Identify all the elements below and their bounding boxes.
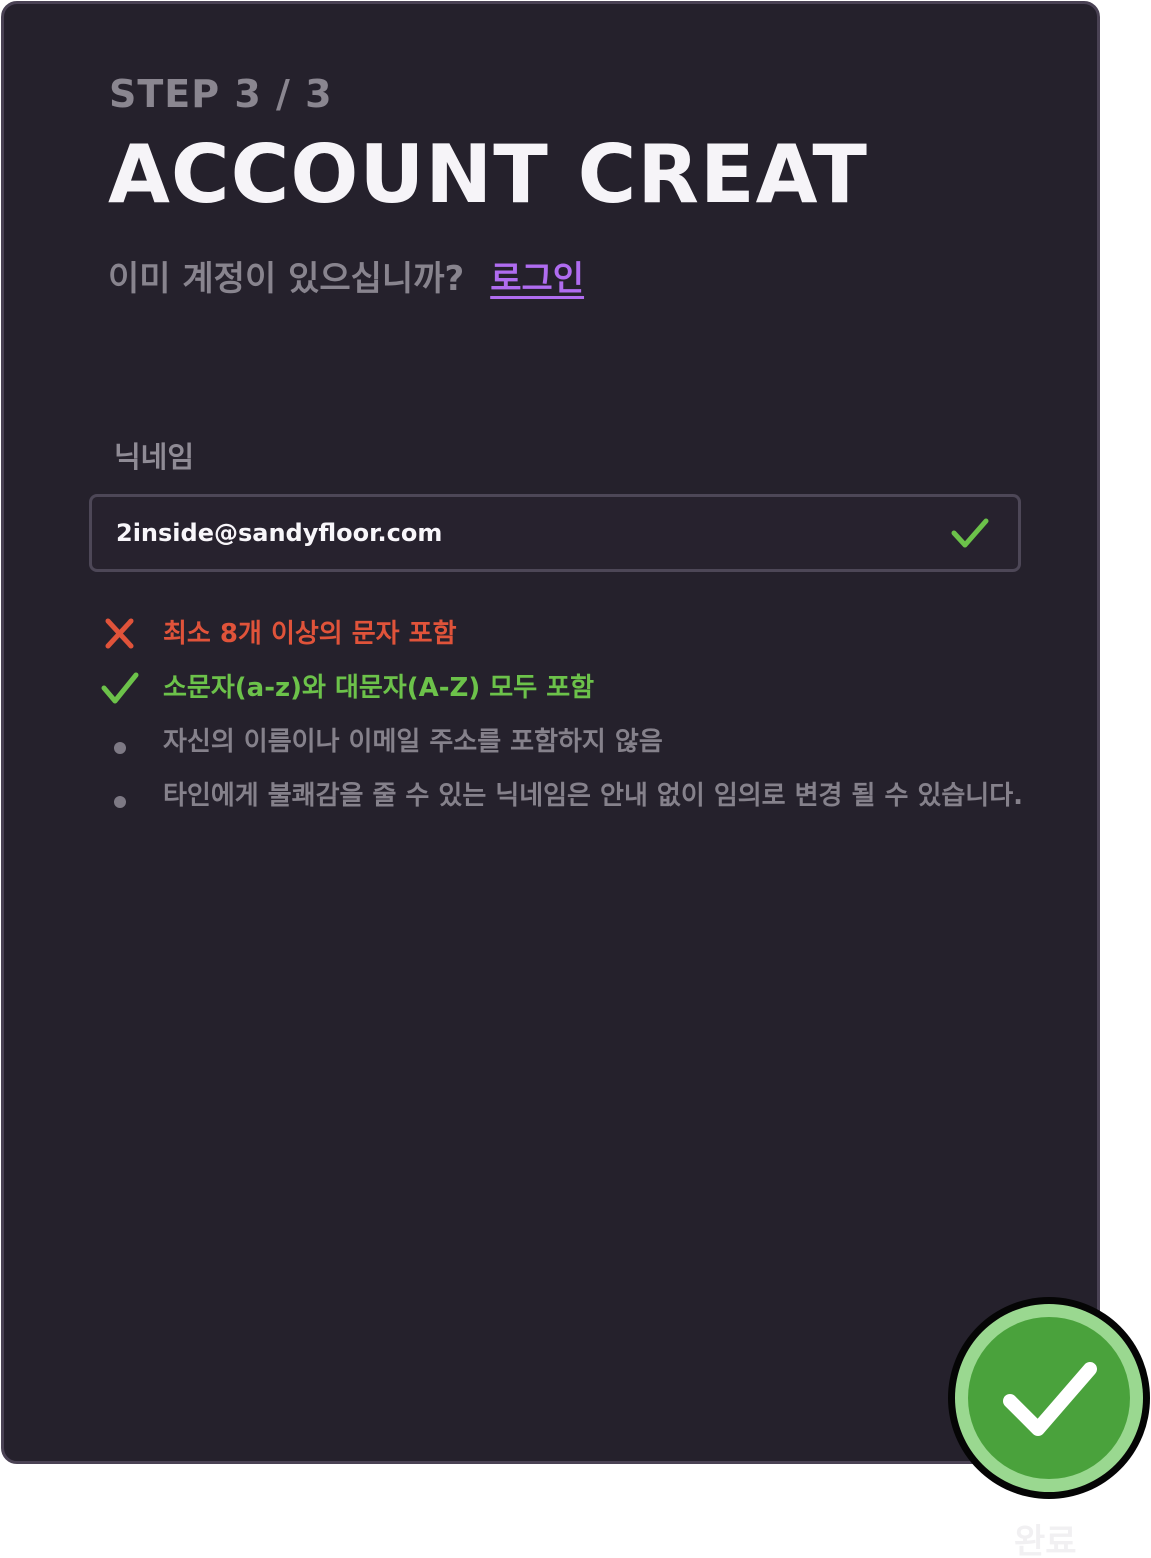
rule-text: 자신의 이름이나 이메일 주소를 포함하지 않음 <box>163 727 663 757</box>
rule-item: 타인에게 불쾌감을 줄 수 있는 닉네임은 안내 없이 임의로 변경 될 수 있… <box>100 772 1097 826</box>
check-icon <box>101 672 139 704</box>
done-button[interactable] <box>948 1297 1150 1499</box>
close-icon <box>105 618 134 649</box>
nickname-input[interactable] <box>116 497 916 569</box>
login-prompt: 이미 계정이 있으십니까? 로그인 <box>108 251 584 300</box>
bullet-dot-icon <box>114 796 126 808</box>
signup-card: STEP 3 / 3 ACCOUNT CREAT 이미 계정이 있으십니까? 로그… <box>1 1 1100 1464</box>
rule-item: 소문자(a-z)와 대문자(A-Z) 모두 포함 <box>100 664 1097 718</box>
done-label: 완료 <box>1014 1522 1077 1558</box>
check-icon <box>1003 1362 1097 1436</box>
signup-screen: STEP 3 / 3 ACCOUNT CREAT 이미 계정이 있으십니까? 로그… <box>0 0 1151 1558</box>
nickname-rules: 최소 8개 이상의 문자 포함 소문자(a-z)와 대문자(A-Z) 모두 포함… <box>100 610 1097 826</box>
page-title: ACCOUNT CREAT <box>108 128 868 221</box>
step-indicator: STEP 3 / 3 <box>109 72 333 116</box>
login-link[interactable]: 로그인 <box>490 259 584 299</box>
rule-text: 소문자(a-z)와 대문자(A-Z) 모두 포함 <box>163 673 595 703</box>
rule-text: 최소 8개 이상의 문자 포함 <box>163 619 457 649</box>
rule-item: 최소 8개 이상의 문자 포함 <box>100 610 1097 664</box>
done-button-core <box>968 1317 1130 1479</box>
check-icon <box>951 518 989 548</box>
rule-text: 타인에게 불쾌감을 줄 수 있는 닉네임은 안내 없이 임의로 변경 될 수 있… <box>163 781 1024 811</box>
done-button-ring <box>955 1304 1143 1492</box>
bullet-dot-icon <box>114 742 126 754</box>
login-question: 이미 계정이 있으십니까? <box>108 259 465 299</box>
nickname-field[interactable] <box>89 494 1021 572</box>
nickname-label: 닉네임 <box>114 440 195 474</box>
rule-item: 자신의 이름이나 이메일 주소를 포함하지 않음 <box>100 718 1097 772</box>
